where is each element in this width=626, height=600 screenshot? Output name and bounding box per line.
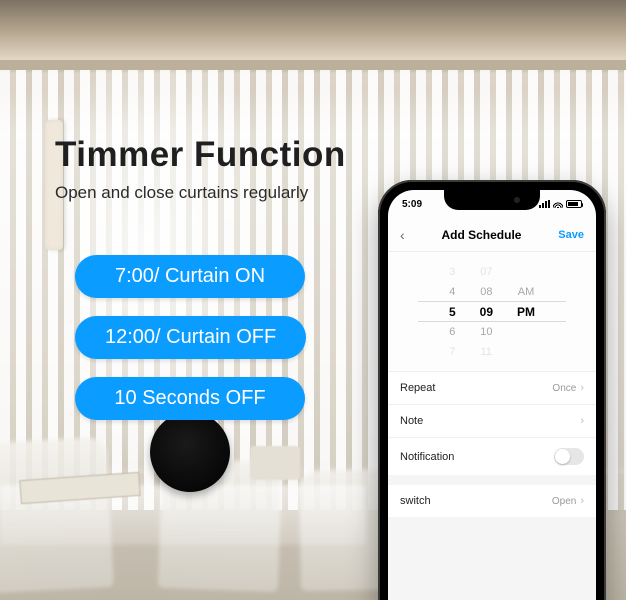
toggle-switch[interactable] xyxy=(554,448,584,465)
row-label: switch xyxy=(400,495,431,507)
product-scene: Timmer Function Open and close curtains … xyxy=(0,0,626,600)
picker-period-column[interactable]: AM PM xyxy=(517,264,535,360)
picker-minute-column[interactable]: 07 08 09 10 11 xyxy=(480,264,493,360)
phone-screen: 5:09 ‹ Add Schedule Save 3 4 5 6 7 xyxy=(388,190,596,600)
picker-option-selected[interactable]: 09 xyxy=(480,304,493,320)
phone-frame: 5:09 ‹ Add Schedule Save 3 4 5 6 7 xyxy=(378,180,606,600)
feature-pill: 7:00/ Curtain ON xyxy=(75,255,305,298)
row-notification[interactable]: Notification xyxy=(388,438,596,475)
settings-group: switch Open › xyxy=(388,485,596,517)
wifi-icon xyxy=(553,200,563,208)
picker-option[interactable]: 4 xyxy=(449,284,455,300)
picker-option-selected[interactable]: PM xyxy=(517,304,535,320)
picker-option[interactable]: 11 xyxy=(481,344,492,360)
status-icons xyxy=(539,200,582,208)
status-time: 5:09 xyxy=(402,199,422,210)
chevron-right-icon: › xyxy=(580,495,584,507)
nav-bar: ‹ Add Schedule Save xyxy=(388,218,596,252)
headline: Timmer Function Open and close curtains … xyxy=(55,135,346,203)
picker-hour-column[interactable]: 3 4 5 6 7 xyxy=(449,264,456,360)
row-note[interactable]: Note › xyxy=(388,405,596,438)
row-value-text: Open xyxy=(552,496,576,507)
feature-pill: 10 Seconds OFF xyxy=(75,377,305,420)
row-value: › xyxy=(580,415,584,427)
picker-option[interactable]: 7 xyxy=(449,344,455,360)
time-picker[interactable]: 3 4 5 6 7 07 08 09 10 11 AM PM xyxy=(388,252,596,372)
row-value-text: Once xyxy=(552,383,576,394)
curtain-rail-deco xyxy=(0,60,626,70)
phone-notch xyxy=(444,190,540,210)
picker-option[interactable]: AM xyxy=(518,284,535,300)
ceiling-deco xyxy=(0,0,626,64)
chevron-right-icon: › xyxy=(580,415,584,427)
page-title: Timmer Function xyxy=(55,135,346,175)
row-value: Once › xyxy=(552,382,584,394)
row-repeat[interactable]: Repeat Once › xyxy=(388,372,596,405)
round-remote-deco xyxy=(150,412,230,492)
row-label: Repeat xyxy=(400,382,435,394)
page-subtitle: Open and close curtains regularly xyxy=(55,183,346,203)
picker-option[interactable]: 07 xyxy=(480,264,492,280)
picker-option[interactable]: 08 xyxy=(480,284,492,300)
picker-option[interactable]: 10 xyxy=(480,324,492,340)
picker-option[interactable]: 3 xyxy=(449,264,455,280)
picker-option[interactable]: 6 xyxy=(449,324,455,340)
remote-deco xyxy=(250,446,300,480)
feature-pill: 12:00/ Curtain OFF xyxy=(75,316,306,359)
picker-option-selected[interactable]: 5 xyxy=(449,304,456,320)
save-button[interactable]: Save xyxy=(558,229,584,241)
row-label: Notification xyxy=(400,451,454,463)
cell-signal-icon xyxy=(539,200,550,208)
row-label: Note xyxy=(400,415,423,427)
back-button[interactable]: ‹ xyxy=(400,227,405,243)
settings-group: Repeat Once › Note › Notification xyxy=(388,372,596,475)
row-value: Open › xyxy=(552,495,584,507)
feature-pill-list: 7:00/ Curtain ON 12:00/ Curtain OFF 10 S… xyxy=(75,255,306,420)
battery-icon xyxy=(566,200,582,208)
settings-list: Repeat Once › Note › Notification xyxy=(388,372,596,600)
row-switch[interactable]: switch Open › xyxy=(388,485,596,517)
screen-title: Add Schedule xyxy=(441,228,521,242)
chevron-right-icon: › xyxy=(580,382,584,394)
